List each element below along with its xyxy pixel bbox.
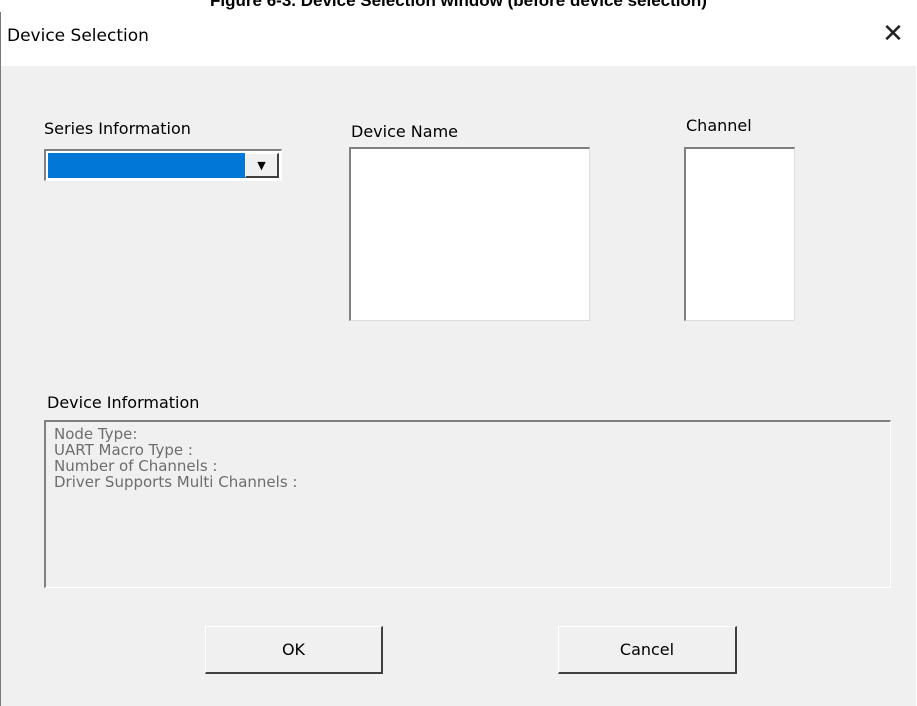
- channel-label: Channel: [686, 116, 752, 135]
- dropdown-arrow-button[interactable]: ▼: [245, 153, 279, 178]
- info-node-type: Node Type:: [54, 425, 138, 443]
- device-information-label: Device Information: [47, 393, 200, 412]
- device-information-box: Node Type: UART Macro Type : Number of C…: [44, 420, 891, 588]
- series-information-label: Series Information: [44, 119, 191, 138]
- chevron-down-icon: ▼: [257, 158, 266, 172]
- series-information-dropdown[interactable]: ▼: [44, 149, 282, 181]
- channel-listbox[interactable]: [684, 147, 795, 321]
- info-number-of-channels: Number of Channels :: [54, 457, 218, 475]
- device-selection-window: Device Selection ✕ Series Information ▼ …: [0, 12, 916, 706]
- close-icon: ✕: [882, 19, 904, 49]
- figure-caption: Figure 6-3. Device Selection window (bef…: [210, 0, 707, 10]
- cancel-button[interactable]: Cancel: [558, 626, 737, 674]
- info-driver-multi-channels: Driver Supports Multi Channels :: [54, 473, 298, 491]
- device-name-label: Device Name: [351, 122, 459, 141]
- info-uart-macro-type: UART Macro Type :: [54, 441, 193, 459]
- window-title: Device Selection: [7, 26, 149, 46]
- series-information-selected[interactable]: [48, 153, 246, 178]
- device-name-listbox[interactable]: [349, 147, 590, 321]
- ok-button[interactable]: OK: [205, 626, 383, 674]
- title-bar: Device Selection ✕: [1, 12, 916, 66]
- close-button[interactable]: ✕: [870, 12, 916, 56]
